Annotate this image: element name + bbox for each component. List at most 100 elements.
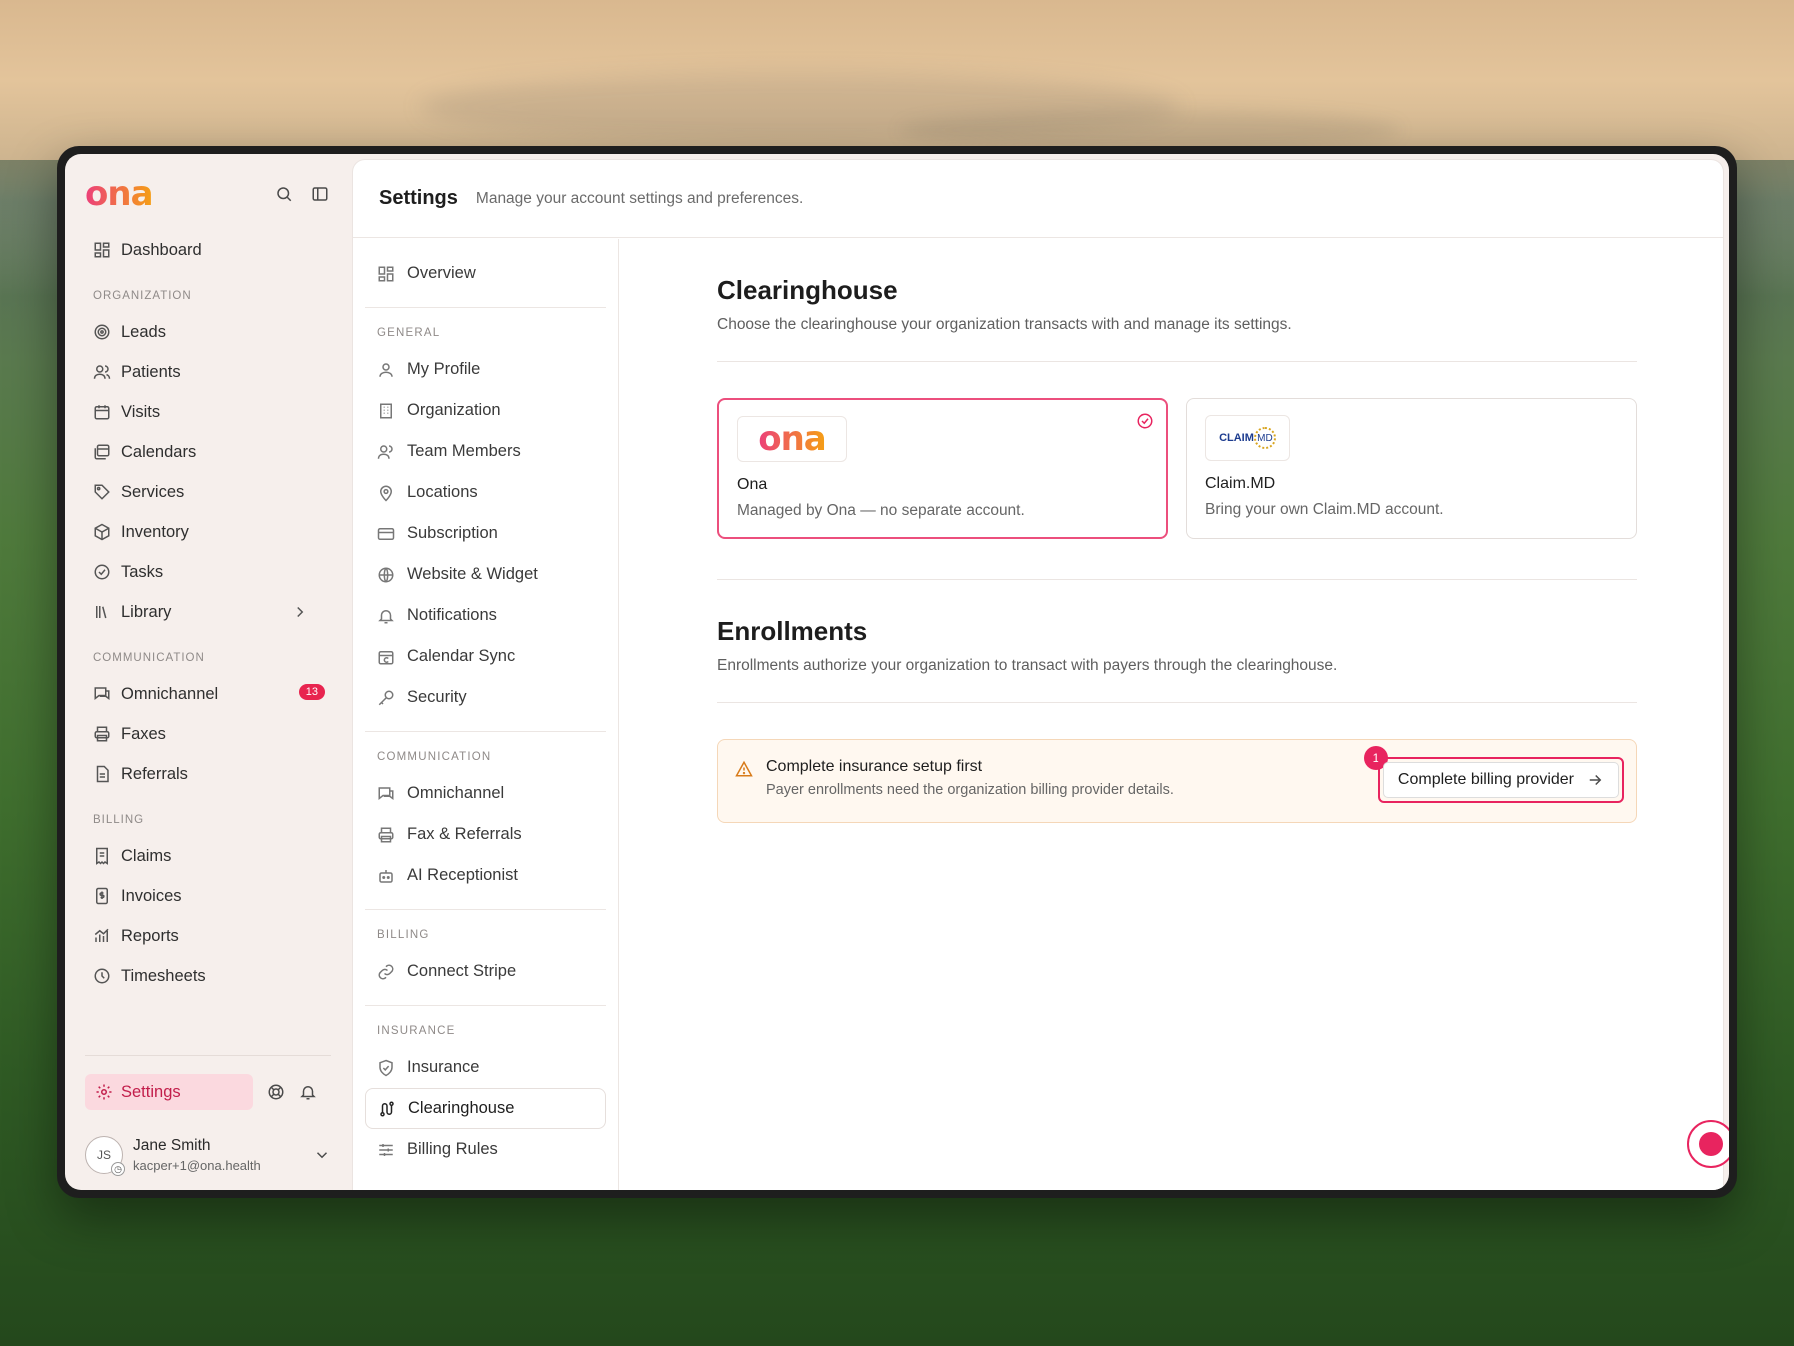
bell-icon[interactable] xyxy=(299,1083,317,1101)
settings-nav-label: Clearinghouse xyxy=(408,1099,515,1117)
sidebar-item-tasks[interactable]: Tasks xyxy=(87,552,327,592)
claimmd-logo-text: CLAIM xyxy=(1219,432,1254,444)
settings-nav-label: Website & Widget xyxy=(407,565,538,583)
sidebar-item-label: Claims xyxy=(121,846,172,865)
sidebar-item-services[interactable]: Services xyxy=(87,472,327,512)
settings-nav-locations[interactable]: Locations xyxy=(365,472,606,513)
settings-nav-notifications[interactable]: Notifications xyxy=(365,595,606,636)
settings-nav-calendar-sync[interactable]: Calendar Sync xyxy=(365,636,606,677)
selected-check-icon xyxy=(1136,412,1154,430)
document-icon xyxy=(93,765,111,783)
building-icon xyxy=(377,402,395,420)
settings-nav-team-members[interactable]: Team Members xyxy=(365,431,606,472)
app-window: ona Dashboard ORGANIZATION Leads Patient… xyxy=(65,154,1729,1190)
enrollments-description: Enrollments authorize your organization … xyxy=(717,657,1338,674)
sidebar-item-label: Omnichannel xyxy=(121,684,219,703)
sidebar-item-label: Faxes xyxy=(121,724,166,743)
divider xyxy=(365,307,606,308)
option-name: Ona xyxy=(737,476,768,493)
sidebar-item-label: Patients xyxy=(121,362,181,381)
library-icon xyxy=(93,603,111,621)
divider xyxy=(365,731,606,732)
chat-launcher-button[interactable] xyxy=(1687,1120,1729,1168)
sidebar-item-label: Calendars xyxy=(121,442,197,461)
sidebar-item-settings[interactable]: Settings xyxy=(85,1074,253,1110)
settings-nav-connect-stripe[interactable]: Connect Stripe xyxy=(365,951,606,992)
divider xyxy=(365,1005,606,1006)
user-menu[interactable]: JS ◷ Jane Smith kacper+1@ona.health xyxy=(85,1120,331,1190)
divider xyxy=(85,1055,331,1056)
sidebar-item-leads[interactable]: Leads xyxy=(87,312,327,352)
settings-nav-website-widget[interactable]: Website & Widget xyxy=(365,554,606,595)
sidebar-item-library[interactable]: Library xyxy=(87,592,327,632)
sidebar-item-label: Timesheets xyxy=(121,966,206,985)
link-icon xyxy=(377,963,395,981)
sidebar-item-faxes[interactable]: Faxes xyxy=(87,714,327,754)
clearinghouse-title: Clearinghouse xyxy=(717,275,898,305)
sidebar-item-omnichannel[interactable]: Omnichannel 13 xyxy=(87,674,327,714)
search-icon[interactable] xyxy=(275,185,293,203)
settings-section-insurance: INSURANCE xyxy=(377,1025,456,1037)
unread-count-badge: 13 xyxy=(298,684,325,700)
sidebar-item-reports[interactable]: Reports xyxy=(87,916,327,956)
settings-nav-label: My Profile xyxy=(407,360,481,378)
clearinghouse-option-ona[interactable]: ona Ona Managed by Ona — no separate acc… xyxy=(717,398,1168,539)
settings-nav-billing-rules[interactable]: Billing Rules xyxy=(365,1129,606,1170)
settings-nav: Overview GENERAL My Profile Organization… xyxy=(353,239,619,1190)
complete-billing-provider-button[interactable]: Complete billing provider xyxy=(1382,762,1619,798)
chevron-down-icon[interactable] xyxy=(313,1146,331,1164)
sidebar-item-invoices[interactable]: Invoices xyxy=(87,876,327,916)
brand-row: ona xyxy=(85,174,329,214)
settings-nav-subscription[interactable]: Subscription xyxy=(365,513,606,554)
settings-nav-organization[interactable]: Organization xyxy=(365,390,606,431)
sidebar-item-timesheets[interactable]: Timesheets xyxy=(87,956,327,996)
dashboard-icon xyxy=(377,265,395,283)
settings-nav-label: Organization xyxy=(407,401,501,419)
sidebar-item-referrals[interactable]: Referrals xyxy=(87,754,327,794)
enrollments-title: Enrollments xyxy=(717,616,868,646)
help-lifebuoy-icon[interactable] xyxy=(267,1083,285,1101)
sidebar-toggle-icon[interactable] xyxy=(311,185,329,203)
user-icon xyxy=(377,361,395,379)
sidebar-item-label: Inventory xyxy=(121,522,189,541)
settings-nav-insurance[interactable]: Insurance xyxy=(365,1047,606,1088)
settings-nav-overview[interactable]: Overview xyxy=(365,253,606,294)
arrow-right-icon xyxy=(1586,771,1604,789)
sidebar-item-patients[interactable]: Patients xyxy=(87,352,327,392)
sidebar-item-visits[interactable]: Visits xyxy=(87,392,327,432)
settings-nav-fax-referrals[interactable]: Fax & Referrals xyxy=(365,814,606,855)
page-subtitle: Manage your account settings and prefere… xyxy=(475,189,804,207)
setup-warning-alert: Complete insurance setup first Payer enr… xyxy=(717,739,1637,823)
sidebar-section-organization: ORGANIZATION xyxy=(93,290,192,302)
box-icon xyxy=(93,523,111,541)
settings-nav-label: Connect Stripe xyxy=(407,962,517,980)
settings-nav-label: Subscription xyxy=(407,524,498,542)
sidebar-item-claims[interactable]: Claims xyxy=(87,836,327,876)
settings-nav-clearinghouse[interactable]: Clearinghouse xyxy=(365,1088,606,1129)
settings-nav-security[interactable]: Security xyxy=(365,677,606,718)
settings-nav-label: Calendar Sync xyxy=(407,647,516,665)
ona-logo[interactable]: ona xyxy=(85,174,154,214)
sidebar-item-calendars[interactable]: Calendars xyxy=(87,432,327,472)
clearinghouse-options: ona Ona Managed by Ona — no separate acc… xyxy=(717,398,1637,539)
key-icon xyxy=(377,689,395,707)
settings-nav-label: Omnichannel xyxy=(407,784,505,802)
dashboard-icon xyxy=(93,241,111,259)
settings-content: Clearinghouse Choose the clearinghouse y… xyxy=(717,239,1637,823)
settings-nav-ai-receptionist[interactable]: AI Receptionist xyxy=(365,855,606,896)
target-icon xyxy=(93,323,111,341)
sidebar-section-communication: COMMUNICATION xyxy=(93,652,205,664)
settings-nav-my-profile[interactable]: My Profile xyxy=(365,349,606,390)
settings-nav-label: Locations xyxy=(407,483,478,501)
check-circle-icon xyxy=(93,563,111,581)
settings-section-billing: BILLING xyxy=(377,929,430,941)
sidebar-item-dashboard[interactable]: Dashboard xyxy=(87,230,327,270)
warning-triangle-icon xyxy=(735,760,753,778)
sidebar-nav: Dashboard ORGANIZATION Leads Patients Vi… xyxy=(87,230,327,996)
claimmd-logo-mark: MD xyxy=(1253,427,1276,449)
robot-icon xyxy=(377,867,395,885)
clearinghouse-option-claimmd[interactable]: CLAIM MD Claim.MD Bring your own Claim.M… xyxy=(1186,398,1637,539)
sidebar-section-billing: BILLING xyxy=(93,814,145,826)
sidebar-item-inventory[interactable]: Inventory xyxy=(87,512,327,552)
settings-nav-omnichannel[interactable]: Omnichannel xyxy=(365,773,606,814)
